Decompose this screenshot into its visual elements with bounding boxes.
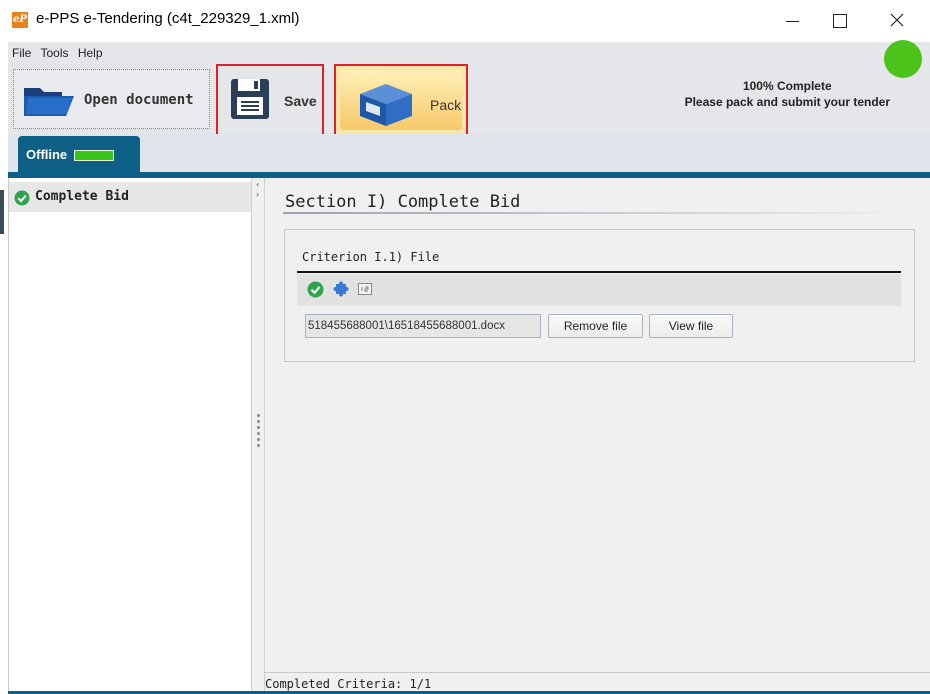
status-indicator-icon — [884, 40, 922, 78]
tree-item-label: Complete Bid — [35, 189, 129, 204]
window-title: e-PPS e-Tendering (c4t_229329_1.xml) — [36, 10, 300, 27]
file-path-field[interactable]: 518455688001\16518455688001.docx — [305, 314, 541, 338]
section-divider — [283, 212, 913, 214]
open-document-label: Open document — [84, 92, 194, 108]
view-file-button[interactable]: View file — [649, 314, 733, 338]
main-content: Section I) Complete Bid Criterion I.1) F… — [265, 178, 930, 672]
tab-offline[interactable]: Offline — [18, 136, 140, 174]
pack-button[interactable]: Pack — [334, 64, 468, 136]
menu-file[interactable]: File — [12, 46, 31, 60]
expand-right-icon[interactable]: › — [256, 190, 259, 199]
menu-bar: File Tools Help — [12, 46, 109, 60]
pane-splitter[interactable]: ‹ › — [251, 178, 265, 692]
tree-item-complete-bid[interactable]: Complete Bid — [9, 182, 252, 212]
tab-strip: Offline — [8, 134, 930, 174]
completion-message: Please pack and submit your tender — [684, 95, 890, 109]
check-circle-icon — [307, 281, 324, 302]
criterion-title: Criterion I.1) File — [302, 250, 440, 264]
package-box-icon — [356, 80, 416, 132]
completion-percent: 100% Complete — [742, 79, 832, 93]
pack-label: Pack — [430, 97, 462, 113]
tab-offline-label: Offline — [26, 147, 68, 162]
puzzle-icon — [333, 281, 349, 301]
toolbar-area: File Tools Help Open document Save Pack … — [8, 42, 930, 136]
folder-icon — [22, 82, 76, 122]
criterion-icon-row — [297, 274, 901, 306]
close-icon[interactable] — [875, 6, 919, 36]
floppy-disk-icon — [230, 78, 270, 124]
menu-help[interactable]: Help — [78, 46, 103, 60]
remove-file-button[interactable]: Remove file — [548, 314, 643, 338]
drag-handle-icon[interactable] — [257, 414, 260, 450]
connection-status-icon — [74, 150, 114, 161]
pack-button-face: Pack — [340, 70, 462, 130]
save-label: Save — [284, 93, 317, 109]
save-button[interactable]: Save — [216, 64, 324, 136]
completion-status: 100% Complete Please pack and submit you… — [685, 78, 890, 110]
maximize-icon[interactable] — [817, 6, 861, 36]
section-title: Section I) Complete Bid — [285, 192, 521, 212]
completed-criteria-text: Completed Criteria: 1/1 — [265, 677, 432, 691]
check-circle-icon — [14, 190, 30, 210]
numbered-list-icon — [357, 281, 373, 301]
title-bar: eP e-PPS e-Tendering (c4t_229329_1.xml) — [0, 0, 930, 42]
criterion-panel: Criterion I.1) File 518455688001\1651845… — [284, 229, 915, 362]
minimize-icon[interactable] — [770, 6, 814, 36]
menu-tools[interactable]: Tools — [40, 46, 68, 60]
open-document-button[interactable]: Open document — [13, 69, 210, 129]
criterion-divider — [297, 271, 901, 273]
navigation-tree: Complete Bid — [8, 178, 252, 692]
window-edge-marker — [0, 190, 4, 234]
app-logo-icon: eP — [12, 12, 28, 28]
collapse-left-icon[interactable]: ‹ — [256, 180, 259, 189]
